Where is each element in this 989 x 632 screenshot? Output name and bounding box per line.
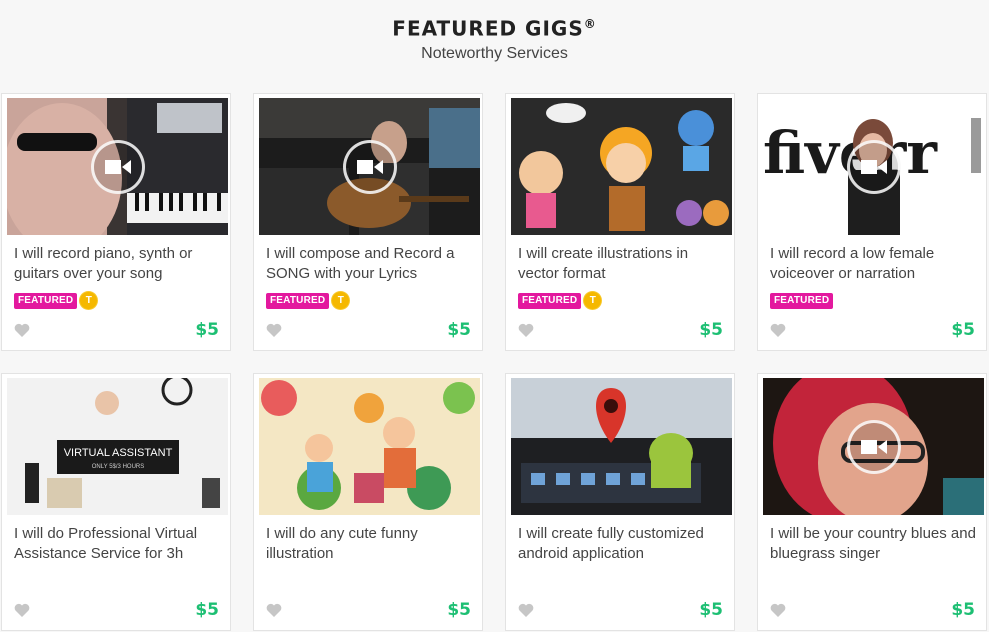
gig-price: $5	[195, 600, 219, 620]
section-title: FEATURED GIGS®	[392, 16, 597, 41]
heart-icon[interactable]	[266, 603, 282, 617]
play-video-icon[interactable]	[846, 139, 901, 194]
play-video-icon[interactable]	[90, 139, 145, 194]
gig-thumbnail[interactable]	[511, 98, 732, 235]
gig-title[interactable]: I will record piano, synth or guitars ov…	[14, 244, 224, 284]
section-subtitle: Noteworthy Services	[421, 44, 568, 62]
gig-price: $5	[699, 600, 723, 620]
featured-badge: FEATURED	[266, 292, 330, 309]
heart-icon[interactable]	[14, 323, 30, 337]
gig-badges: FEATURED T	[518, 292, 602, 310]
gig-title[interactable]: I will create illustrations in vector fo…	[518, 244, 728, 284]
gig-price: $5	[447, 600, 471, 620]
gig-thumbnail[interactable]: fiverr	[763, 98, 984, 235]
gig-thumbnail[interactable]	[259, 98, 480, 235]
featured-badge: FEATURED	[14, 292, 78, 309]
gig-card[interactable]: I will record piano, synth or guitars ov…	[1, 93, 231, 351]
featured-badge: FEATURED	[518, 292, 582, 309]
gig-price: $5	[951, 600, 975, 620]
featured-badge: FEATURED	[770, 292, 834, 309]
gig-title[interactable]: I will compose and Record a SONG with yo…	[266, 244, 476, 284]
gig-badges: FEATURED T	[266, 292, 350, 310]
gig-card[interactable]: VIRTUAL ASSISTANT ONLY 5$/3 HOURS I will…	[1, 373, 231, 631]
gig-badges: FEATURED	[770, 292, 834, 310]
gig-title[interactable]: I will do Professional Virtual Assistanc…	[14, 524, 224, 564]
gig-title[interactable]: I will be your country blues and bluegra…	[770, 524, 980, 564]
gig-card[interactable]: I will do any cute funny illustration $5	[253, 373, 483, 631]
heart-icon[interactable]	[14, 603, 30, 617]
gig-card[interactable]: I will create fully customized android a…	[505, 373, 735, 631]
virtual-assistant-subtext: ONLY 5$/3 HOURS	[92, 464, 144, 470]
gig-thumbnail[interactable]: VIRTUAL ASSISTANT ONLY 5$/3 HOURS	[7, 378, 228, 515]
play-video-icon[interactable]	[846, 419, 901, 474]
play-video-icon[interactable]	[342, 139, 397, 194]
top-rated-badge-icon: T	[332, 292, 350, 310]
heart-icon[interactable]	[770, 603, 786, 617]
gig-price: $5	[195, 320, 219, 340]
heart-icon[interactable]	[518, 603, 534, 617]
heart-icon[interactable]	[266, 323, 282, 337]
gig-thumbnail[interactable]	[511, 378, 732, 515]
heart-icon[interactable]	[770, 323, 786, 337]
gig-badges: FEATURED T	[14, 292, 98, 310]
gig-title[interactable]: I will create fully customized android a…	[518, 524, 728, 564]
gig-thumbnail[interactable]	[7, 98, 228, 235]
gig-title[interactable]: I will record a low female voiceover or …	[770, 244, 980, 284]
gig-price: $5	[447, 320, 471, 340]
virtual-assistant-text: VIRTUAL ASSISTANT	[64, 447, 173, 459]
gig-thumbnail[interactable]	[259, 378, 480, 515]
section-header: FEATURED GIGS® Noteworthy Services	[0, 0, 989, 64]
gig-title[interactable]: I will do any cute funny illustration	[266, 524, 476, 564]
top-rated-badge-icon: T	[584, 292, 602, 310]
gig-price: $5	[699, 320, 723, 340]
gig-price: $5	[951, 320, 975, 340]
top-rated-badge-icon: T	[80, 292, 98, 310]
gig-card[interactable]: I will compose and Record a SONG with yo…	[253, 93, 483, 351]
heart-icon[interactable]	[518, 323, 534, 337]
gig-card[interactable]: I will create illustrations in vector fo…	[505, 93, 735, 351]
gig-card[interactable]: I will be your country blues and bluegra…	[757, 373, 987, 631]
gig-card[interactable]: fiverr I will record a low female voiceo…	[757, 93, 987, 351]
gig-thumbnail[interactable]	[763, 378, 984, 515]
